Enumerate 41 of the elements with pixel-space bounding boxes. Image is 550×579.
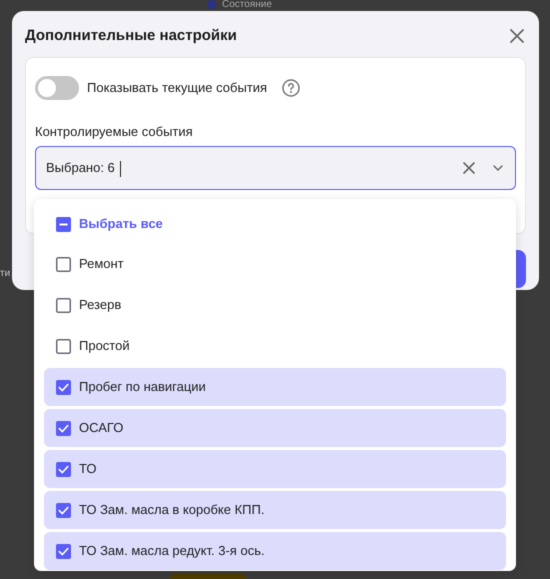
dropdown-option[interactable]: ТО Зам. масла в коробке КПП. — [44, 491, 506, 529]
option-label: Пробег по навигации — [79, 378, 206, 396]
chevron-down-icon[interactable] — [493, 165, 503, 171]
dropdown-option[interactable]: Простой — [44, 327, 506, 365]
checkbox[interactable] — [56, 462, 71, 476]
multi-select-field[interactable]: Выбрано: 6 — [35, 146, 516, 190]
option-label: Ремонт — [79, 255, 124, 274]
dropdown-option[interactable]: ТО Зам. масла редукт. 3-я ось. — [44, 532, 506, 570]
option-label: ТО — [79, 460, 96, 478]
dropdown-option[interactable]: Пробег по навигации — [44, 368, 506, 406]
option-label: Простой — [79, 337, 130, 356]
dropdown-option[interactable]: Ремонт — [44, 245, 506, 283]
help-icon[interactable] — [282, 78, 300, 96]
clear-icon[interactable] — [462, 161, 476, 175]
text-cursor — [120, 160, 121, 177]
dropdown-option[interactable]: Резерв — [44, 286, 506, 324]
checkbox[interactable] — [56, 338, 71, 354]
toggle-label: Показывать текущие события — [87, 78, 268, 97]
checkbox[interactable] — [56, 420, 71, 436]
column-header: Состояние — [222, 0, 272, 10]
background-text: ти — [0, 268, 10, 280]
option-label: ОСАГО — [79, 419, 124, 438]
checkbox[interactable] — [56, 256, 71, 272]
checkbox[interactable] — [56, 216, 71, 232]
select-value: Выбрано: 6 — [46, 160, 115, 176]
checkbox[interactable] — [56, 298, 71, 312]
toggle-switch[interactable] — [35, 76, 79, 100]
checkbox[interactable] — [56, 380, 71, 394]
checkbox[interactable] — [56, 544, 71, 558]
dropdown-option[interactable]: ОСАГО — [44, 409, 506, 447]
field-label: Контролируемые события — [35, 122, 194, 141]
option-label: Резерв — [79, 296, 122, 314]
dropdown-option[interactable]: Выбрать все — [44, 207, 506, 241]
dot-icon — [207, 0, 216, 9]
option-label: Выбрать все — [79, 215, 163, 234]
option-label: ТО Зам. масла редукт. 3-я ось. — [79, 542, 265, 560]
checkbox[interactable] — [56, 502, 71, 518]
dropdown-option[interactable]: ТО — [44, 450, 506, 488]
dialog-title: Дополнительные настройки — [25, 26, 237, 46]
close-button[interactable] — [508, 27, 526, 46]
option-label: ТО Зам. масла в коробке КПП. — [79, 501, 264, 520]
